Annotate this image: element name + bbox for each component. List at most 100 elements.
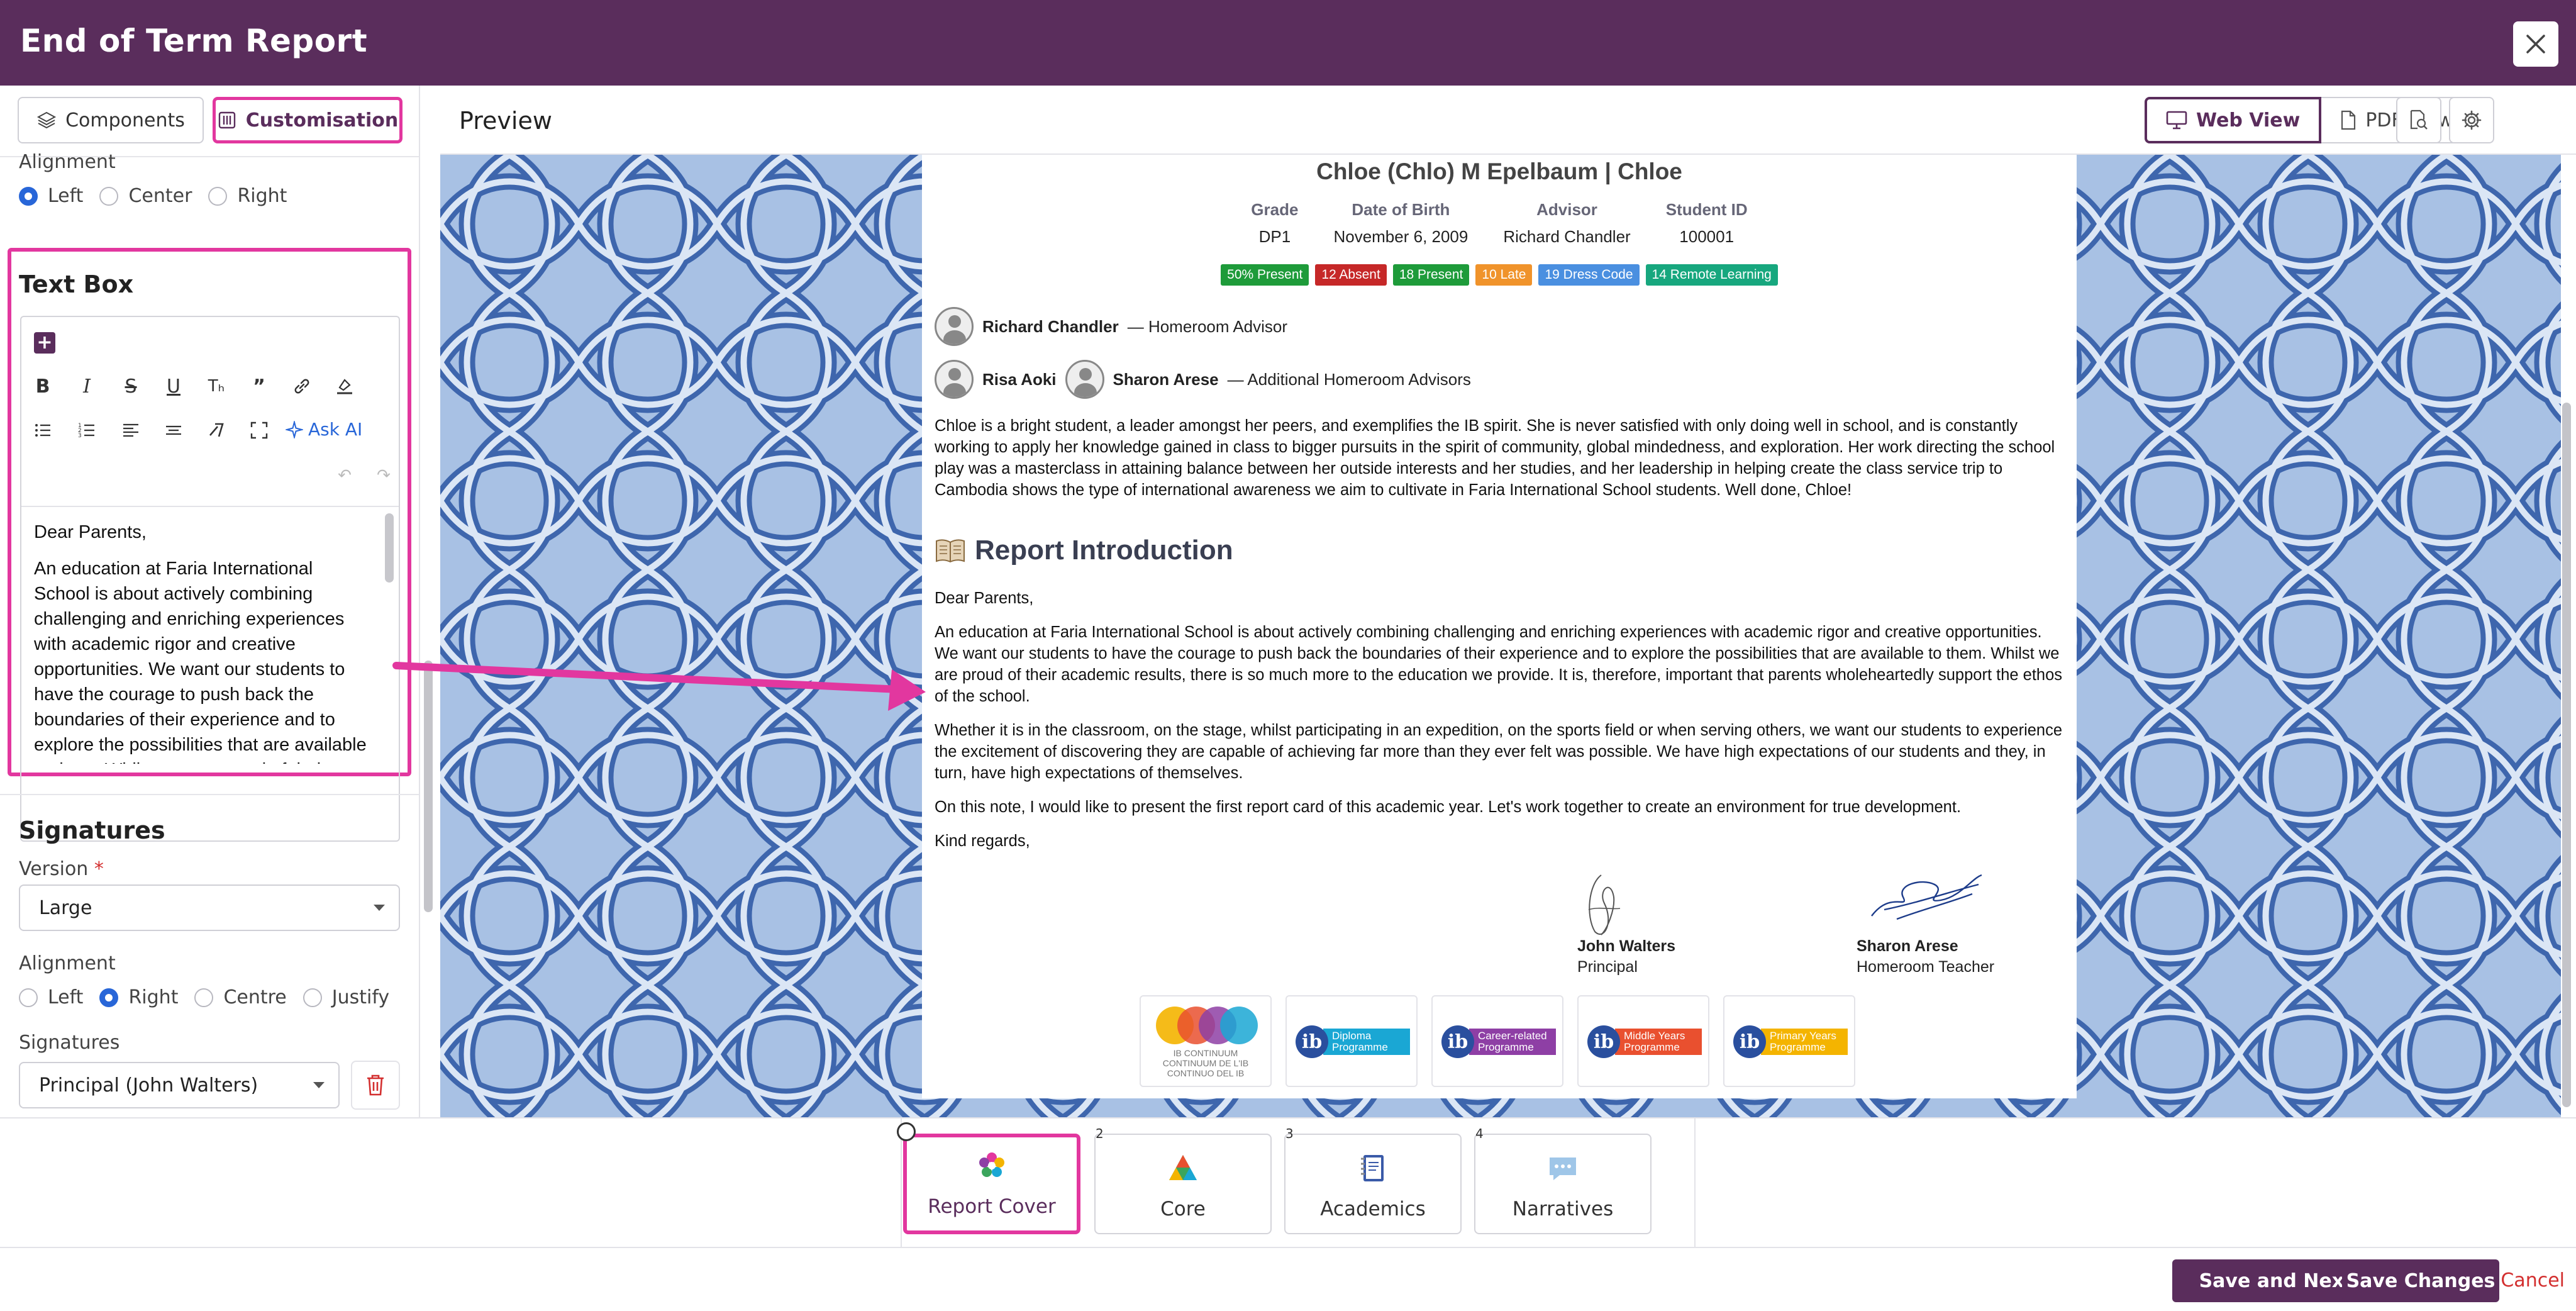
alignment-left-option[interactable]: Left bbox=[19, 185, 83, 207]
advisor-name: Sharon Arese bbox=[1113, 369, 1219, 389]
numbered-list-button[interactable]: 123 bbox=[74, 418, 99, 443]
italic-button[interactable]: I bbox=[74, 374, 99, 399]
ask-ai-label: Ask AI bbox=[308, 419, 363, 440]
settings-button[interactable] bbox=[2449, 97, 2494, 143]
triangle-icon bbox=[1169, 1155, 1197, 1180]
ask-ai-button[interactable]: Ask AI bbox=[286, 419, 362, 440]
programme-name: Career-related Programme bbox=[1469, 1029, 1556, 1055]
tab-customisation[interactable]: Customisation bbox=[213, 97, 402, 143]
web-view-label: Web View bbox=[2196, 109, 2301, 131]
alignment-right-option[interactable]: Right bbox=[208, 185, 287, 207]
close-button[interactable] bbox=[2513, 21, 2558, 67]
link-icon bbox=[294, 379, 309, 394]
chat-icon bbox=[1550, 1158, 1576, 1180]
tab-components-label: Components bbox=[65, 109, 185, 131]
fullscreen-icon bbox=[250, 421, 268, 439]
editor-content[interactable]: Dear Parents, An education at Faria Inte… bbox=[21, 506, 399, 764]
advisor-field: Advisor Richard Chandler bbox=[1503, 200, 1630, 247]
chevron-down-icon bbox=[374, 905, 385, 911]
document-search-button[interactable] bbox=[2396, 97, 2441, 143]
sparkle-icon bbox=[286, 420, 303, 438]
ib-middle-years-logo: ib Middle Years Programme bbox=[1577, 995, 1709, 1087]
step-academics[interactable]: 3 Academics bbox=[1284, 1126, 1462, 1234]
student-info: Grade DP1 Date of Birth November 6, 2009 A… bbox=[922, 200, 2077, 247]
align-center-button[interactable] bbox=[161, 418, 186, 443]
bottom-bar: Report Cover 2 Core 3 Academics 4 Narrat… bbox=[0, 1117, 2576, 1311]
text-box-title: Text Box bbox=[19, 271, 134, 298]
tab-components[interactable]: Components bbox=[18, 97, 204, 143]
additional-advisors-row: Risa Aoki Sharon Arese — Additional Home… bbox=[935, 360, 1471, 399]
continuum-text: IB CONTINUUM CONTINUUM DE L'IB CONTINUO … bbox=[1162, 1048, 1249, 1078]
alignment-label: Alignment bbox=[19, 151, 116, 173]
align-left-button[interactable] bbox=[118, 418, 143, 443]
underline-icon: U bbox=[167, 375, 180, 398]
attendance-badges: 50% Present 12 Absent 18 Present 10 Late… bbox=[922, 264, 2077, 286]
teacher-signature-image bbox=[1871, 874, 1982, 920]
editor-scrollbar[interactable] bbox=[385, 513, 394, 583]
redo-button[interactable]: ↷ bbox=[371, 463, 396, 488]
intro-paragraph: Whether it is in the classroom, on the s… bbox=[935, 722, 2063, 782]
highlight-button[interactable] bbox=[332, 374, 357, 399]
advisor-role: — Additional Homeroom Advisors bbox=[1227, 369, 1471, 389]
text-format-button[interactable]: Tₕ bbox=[204, 374, 229, 399]
bullet-list-icon bbox=[35, 424, 50, 437]
step-report-cover[interactable]: Report Cover bbox=[903, 1134, 1080, 1234]
step-core[interactable]: 2 Core bbox=[1094, 1126, 1272, 1234]
version-select[interactable]: Large bbox=[19, 884, 400, 931]
annotation-arrow bbox=[392, 662, 926, 711]
signatory-name: John Walters bbox=[1577, 937, 1676, 955]
grade-field: Grade DP1 bbox=[1251, 200, 1298, 247]
step-narratives[interactable]: 4 Narratives bbox=[1474, 1126, 1652, 1234]
delete-signature-button[interactable] bbox=[351, 1061, 400, 1110]
monitor-icon bbox=[2166, 111, 2187, 130]
customisation-sidebar: Components Customisation Alignment Left … bbox=[0, 86, 420, 1117]
tab-customisation-label: Customisation bbox=[245, 109, 399, 131]
undo-icon: ↶ bbox=[338, 466, 352, 485]
advisor-name: Risa Aoki bbox=[982, 369, 1057, 389]
required-mark: * bbox=[94, 858, 104, 880]
trash-icon bbox=[367, 1074, 384, 1096]
editor-paragraph: Dear Parents, bbox=[34, 522, 147, 542]
italic-icon: I bbox=[83, 375, 91, 398]
sig-align-left-option[interactable]: Left bbox=[19, 986, 83, 1008]
sig-align-right-option[interactable]: Right bbox=[99, 986, 178, 1008]
strikethrough-button[interactable]: S bbox=[118, 374, 143, 399]
clear-format-button[interactable] bbox=[204, 418, 229, 443]
sig-align-centre-option[interactable]: Centre bbox=[194, 986, 287, 1008]
underline-button[interactable]: U bbox=[161, 374, 186, 399]
cancel-button[interactable]: Cancel bbox=[2501, 1269, 2565, 1291]
grade-value: DP1 bbox=[1258, 227, 1291, 246]
signature-select[interactable]: Principal (John Walters) bbox=[19, 1062, 340, 1108]
step-number: 4 bbox=[1475, 1126, 1484, 1141]
principal-signature: John Walters Principal bbox=[1577, 936, 1675, 978]
preview-header: Preview Web View PDF View bbox=[440, 86, 2576, 155]
report-intro-title: Report Introduction bbox=[975, 535, 1233, 566]
programme-name: Diploma Programme bbox=[1323, 1029, 1410, 1055]
continuum-circles-icon bbox=[1156, 1007, 1258, 1044]
undo-button[interactable]: ↶ bbox=[332, 463, 357, 488]
student-id-field: Student ID 100001 bbox=[1666, 200, 1748, 247]
preview-scrollbar[interactable] bbox=[2562, 403, 2571, 1107]
signatures-list-label: Signatures bbox=[19, 1032, 120, 1054]
advisor-comment: Chloe is a bright student, a leader amon… bbox=[935, 417, 2055, 499]
editor-paragraph: An education at Faria International Scho… bbox=[34, 559, 367, 764]
highlight-icon bbox=[337, 379, 352, 394]
sig-align-justify-label: Justify bbox=[331, 986, 390, 1008]
web-view-button[interactable]: Web View bbox=[2145, 97, 2322, 143]
ib-logo-icon: ib bbox=[1441, 1025, 1474, 1058]
intro-closing: Kind regards, bbox=[935, 832, 1030, 850]
fullscreen-button[interactable] bbox=[247, 418, 272, 443]
alignment-center-option[interactable]: Center bbox=[99, 185, 192, 207]
sig-align-justify-option[interactable]: Justify bbox=[303, 986, 389, 1008]
programme-name: Primary Years Programme bbox=[1761, 1029, 1848, 1055]
bullet-list-button[interactable] bbox=[30, 418, 55, 443]
intro-greeting: Dear Parents, bbox=[935, 589, 1034, 607]
bold-button[interactable]: B bbox=[30, 374, 55, 399]
ib-logo-icon: ib bbox=[1587, 1025, 1620, 1058]
link-button[interactable] bbox=[289, 374, 314, 399]
quote-button[interactable]: ” bbox=[247, 374, 272, 399]
open-book-icon bbox=[936, 539, 965, 563]
insert-button[interactable]: + bbox=[34, 332, 55, 354]
attendance-badge: 18 Present bbox=[1392, 264, 1470, 286]
save-changes-button[interactable]: Save Changes bbox=[2342, 1259, 2499, 1302]
